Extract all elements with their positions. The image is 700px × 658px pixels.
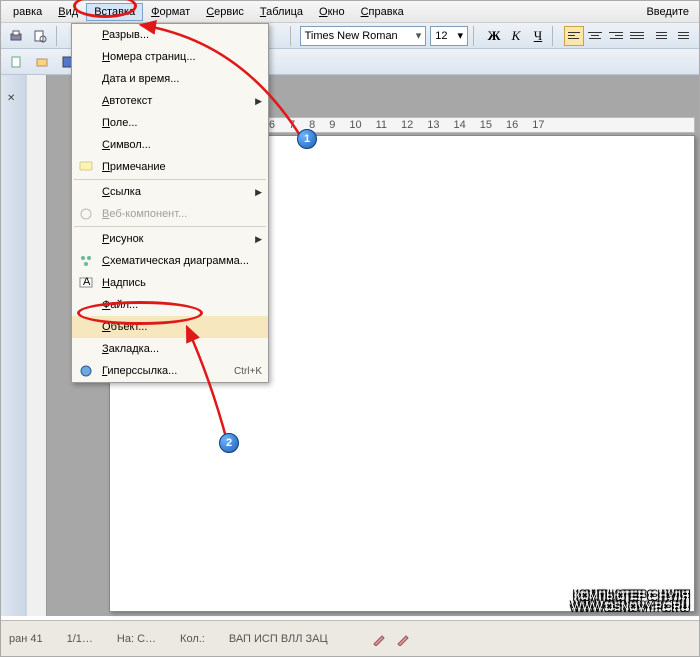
status-modes: ВАП ИСП ВЛЛ ЗАЦ <box>229 633 328 645</box>
task-pane-sidebar: ✕ <box>1 75 27 616</box>
chevron-down-icon: ▾ <box>457 29 463 42</box>
menu-item-field[interactable]: Поле... <box>72 112 268 134</box>
align-justify-button[interactable] <box>627 26 647 46</box>
italic-button[interactable]: К <box>507 28 525 44</box>
menu-item-hyperlink[interactable]: Гиперссылка...Ctrl+K <box>72 360 268 382</box>
status-column: Кол.: <box>180 633 205 645</box>
pencil-icon <box>396 632 410 646</box>
menu-tools[interactable]: Сервис <box>198 3 252 21</box>
menu-edit[interactable]: равка <box>5 3 50 21</box>
menu-format[interactable]: Формат <box>143 3 198 21</box>
font-size-select[interactable]: 12▾ <box>430 26 468 46</box>
menu-help[interactable]: Справка <box>353 3 412 21</box>
menu-item-comment[interactable]: Примечание <box>72 156 268 178</box>
web-icon <box>79 207 93 221</box>
menu-item-web-component: Веб-компонент... <box>72 203 268 225</box>
menu-item-autotext[interactable]: Автотекст▶ <box>72 90 268 112</box>
menu-item-date-time[interactable]: Дата и время... <box>72 68 268 90</box>
font-name-select[interactable]: Times New Roman▾ <box>300 26 427 46</box>
hyperlink-icon <box>79 364 93 378</box>
numbering-button[interactable] <box>675 26 695 46</box>
submenu-arrow-icon: ▶ <box>255 234 262 245</box>
menu-item-symbol[interactable]: Символ... <box>72 134 268 156</box>
bullets-button[interactable] <box>653 26 673 46</box>
annotation-circle-2 <box>77 301 203 325</box>
align-left-button[interactable] <box>564 26 584 46</box>
vertical-ruler <box>27 75 47 616</box>
status-position: На: С… <box>117 633 156 645</box>
menu-item-bookmark[interactable]: Закладка... <box>72 338 268 360</box>
help-search[interactable]: Введите <box>646 6 695 18</box>
comment-icon <box>79 161 93 173</box>
close-icon[interactable]: ✕ <box>7 93 15 104</box>
underline-button[interactable]: Ч <box>529 28 547 44</box>
bold-button[interactable]: Ж <box>485 28 503 44</box>
menu-item-diagram[interactable]: Схематическая диаграмма... <box>72 250 268 272</box>
submenu-arrow-icon: ▶ <box>255 187 262 198</box>
menu-item-reference[interactable]: Ссылка▶ <box>72 181 268 203</box>
status-bar: ран 41 1/1… На: С… Кол.: ВАП ИСП ВЛЛ ЗАЦ <box>1 620 699 656</box>
menu-item-textbox[interactable]: AНадпись <box>72 272 268 294</box>
svg-text:A: A <box>83 277 91 288</box>
status-section: 1/1… <box>67 633 93 645</box>
menu-item-picture[interactable]: Рисунок▶ <box>72 228 268 250</box>
diagram-icon <box>79 254 93 268</box>
align-center-button[interactable] <box>585 26 605 46</box>
insert-menu-dropdown: Разрыв... Номера страниц... Дата и время… <box>71 23 269 383</box>
annotation-badge-2: 2 <box>219 433 239 453</box>
preview-icon[interactable] <box>29 25 51 47</box>
annotation-badge-1: 1 <box>297 129 317 149</box>
new-doc-icon[interactable] <box>5 51 27 73</box>
menu-table[interactable]: Таблица <box>252 3 311 21</box>
pencil-icon <box>372 632 386 646</box>
menu-item-break[interactable]: Разрыв... <box>72 24 268 46</box>
print-icon[interactable] <box>5 25 27 47</box>
menu-item-page-numbers[interactable]: Номера страниц... <box>72 46 268 68</box>
chevron-down-icon: ▾ <box>416 29 422 42</box>
align-right-button[interactable] <box>606 26 626 46</box>
folder-icon[interactable] <box>31 51 53 73</box>
textbox-icon: A <box>79 277 93 289</box>
menu-window[interactable]: Окно <box>311 3 353 21</box>
watermark-text: КОМПЬЮТЕР С НУЛЯ WWW.OSNOVY-PC.RU <box>571 591 689 614</box>
submenu-arrow-icon: ▶ <box>255 96 262 107</box>
status-page: ран 41 <box>9 633 43 645</box>
